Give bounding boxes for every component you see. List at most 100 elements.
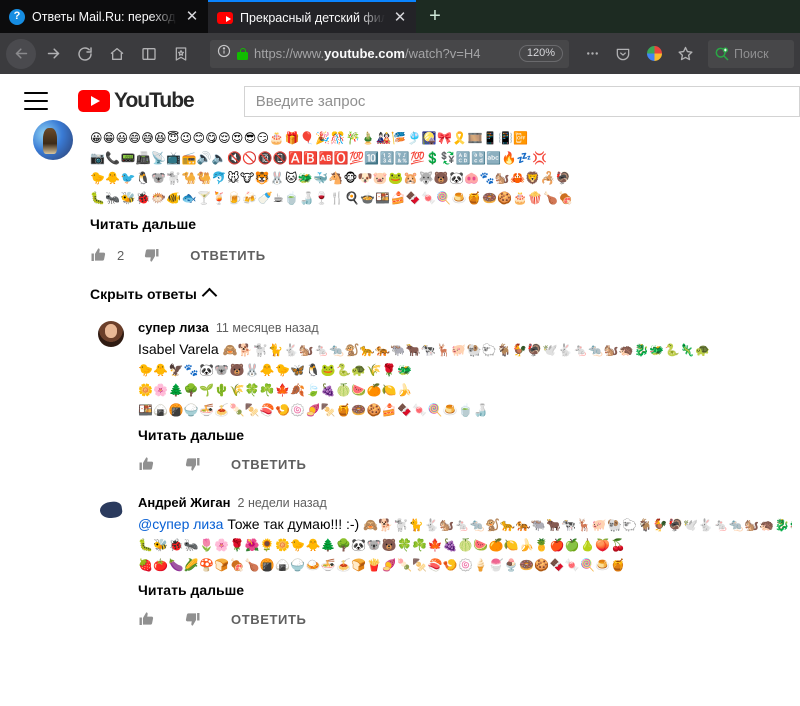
tab-title: Прекрасный детский фильм — [240, 10, 385, 25]
read-more-button[interactable]: Читать дальше — [138, 427, 792, 443]
browser-tab-mailru[interactable]: ? Ответы Mail.Ru: переход по сс ✕ — [0, 0, 208, 33]
andrey-avatar[interactable] — [98, 496, 124, 522]
extension-button[interactable] — [639, 39, 669, 69]
pocket-icon — [616, 48, 630, 60]
close-tab-icon[interactable]: ✕ — [184, 9, 200, 24]
read-more-button[interactable]: Читать дальше — [138, 582, 792, 598]
zoom-level-indicator[interactable]: 120% — [518, 45, 563, 62]
forward-button[interactable] — [38, 39, 68, 69]
like-button[interactable]: 2 — [90, 246, 124, 264]
like-button[interactable] — [138, 610, 165, 628]
like-button[interactable] — [138, 455, 165, 473]
comment-author[interactable]: Андрей Жиган — [138, 495, 231, 510]
top-level-comment: 😀😁😃😄😅😆😇😉😊😋😌😍😎😏🎂🎁🎈🎉🎊🎋🎍🎎🎏🎐🎑🎀🎗️🎞️📱📳📴 📷📞📟📠📡📺… — [0, 128, 800, 304]
comment-timestamp[interactable]: 11 месяцев назад — [216, 321, 319, 335]
pocket-button[interactable] — [608, 39, 638, 69]
tab-title: Ответы Mail.Ru: переход по сс — [32, 9, 177, 24]
reply-header: супер лиза 11 месяцев назад — [138, 320, 792, 335]
tab-strip: ? Ответы Mail.Ru: переход по сс ✕ Прекра… — [0, 0, 800, 33]
new-tab-button[interactable]: + — [416, 0, 454, 33]
toolbar-icon-group — [577, 39, 700, 69]
library-button[interactable] — [166, 39, 196, 69]
commenter-avatar[interactable] — [33, 120, 73, 160]
hamburger-menu-icon[interactable] — [24, 92, 48, 110]
browser-window: ? Ответы Mail.Ru: переход по сс ✕ Прекра… — [0, 0, 800, 706]
extension-icon — [646, 46, 662, 61]
reply-actions: ОТВЕТИТЬ — [138, 451, 792, 477]
reply-button[interactable]: ОТВЕТИТЬ — [231, 612, 306, 627]
comment-emoji-line: 🐛🐜🐝🐞🐡🐠🐟🍸🍹🍺🍻🍼☕🍵🍶🍷🍴🍳🍲🍱🍰🍫🍬🍭🍮🍯🍩🍪🎂🍿🍗🍖 — [90, 191, 574, 205]
reply-emoji-line: 🐤🐥🦅🐾🐼🐨🐻🐰🐥🐤🦋🐧🐸🐍🐢🌾🌹🐲 — [138, 363, 413, 377]
url-scheme: https://www. — [254, 46, 325, 61]
hide-replies-label: Скрыть ответы — [90, 286, 197, 302]
tabstrip-empty-area — [454, 0, 800, 33]
youtube-favicon-icon — [217, 11, 233, 24]
forward-arrow-icon — [47, 48, 59, 59]
thumbs-up-icon — [139, 612, 154, 625]
dislike-button[interactable] — [183, 610, 201, 628]
comment-emoji-line: 📷📞📟📠📡📺📻🔊🔈🔇🚫🔞📵🅰️🅱️🆎🅾️💯🔟🔢🔣💯💲💱🔠🔡🔤🔥💤💢 — [90, 151, 548, 165]
page-viewport: YouTube Введите запрос 😀😁😃😄😅😆😇😉😊😋😌😍😎😏🎂🎁🎈… — [0, 74, 800, 706]
reply-emoji-line: 🍓🍅🍆🌽🍄🍞🍖🍗🍘🍙🍚🍛🍜🍝🍞🍟🍠🍡🍢🍣🍤🍥🍦🍧🍨🍩🍪🍫🍬🍭🍮🍯 — [138, 558, 626, 572]
comment-emoji-line: 😀😁😃😄😅😆😇😉😊😋😌😍😎😏🎂🎁🎈🎉🎊🎋🎍🎎🎏🎐🎑🎀🎗️🎞️📱📳📴 — [90, 131, 529, 145]
browser-tab-youtube[interactable]: Прекрасный детский фильм ✕ — [208, 0, 416, 33]
url-path: /watch?v=H4 — [404, 46, 481, 61]
comment-actions: 2 ОТВЕТИТЬ — [90, 242, 792, 268]
comment-author[interactable]: супер лиза — [138, 320, 209, 335]
reply-header: Андрей Жиган 2 недели назад — [138, 495, 792, 510]
youtube-masthead: YouTube Введите запрос — [0, 74, 800, 128]
dislike-button[interactable] — [142, 246, 160, 264]
home-button[interactable] — [102, 39, 132, 69]
navigation-toolbar: https://www.youtube.com/watch?v=H4 120% — [0, 33, 800, 74]
reply-text: Isabel Varela 🙈🐕🐩🐈🐇🐿️🐁🐀🐒🐆🐅🐃🐂🐄🦌🐖🐏🐑🐐🐓🦃🕊️🐇🐁… — [138, 339, 792, 360]
close-tab-icon[interactable]: ✕ — [392, 10, 408, 25]
reply-emoji-line: 🌼🌸🌲🌳🌱🌵🌾🍀☘️🍁🍂🍃🍇🍈🍉🍊🍋🍌 — [138, 383, 413, 397]
reply-button[interactable]: ОТВЕТИТЬ — [231, 457, 306, 472]
thumbs-up-icon — [91, 248, 106, 261]
youtube-search-placeholder: Введите запрос — [255, 92, 366, 110]
url-domain: youtube.com — [324, 46, 405, 61]
youtube-logo-text: YouTube — [114, 89, 195, 112]
star-icon — [677, 46, 693, 61]
mention-link[interactable]: @супер лиза — [138, 516, 223, 532]
bookmark-button[interactable] — [670, 39, 700, 69]
url-bar[interactable]: https://www.youtube.com/watch?v=H4 120% — [210, 39, 569, 68]
thumbs-down-icon — [185, 613, 200, 626]
browser-search-placeholder: Поиск — [734, 46, 769, 61]
search-magnifier-icon — [714, 46, 730, 62]
reload-icon — [78, 46, 92, 61]
thumbs-down-icon — [145, 249, 159, 262]
library-icon — [175, 46, 187, 61]
reply-emoji-line: 🙈🐕🐩🐈🐇🐿️🐁🐀🐒🐆🐅🐃🐂🐄🦌🐖🐏🐑🐐🐓🦃🕊️🐇🐁🐀🐿️🦔🐉🐲🐍🦎🐢 — [363, 518, 792, 532]
back-button[interactable] — [6, 38, 36, 69]
thumbs-up-icon — [139, 457, 154, 470]
browser-search-bar[interactable]: Поиск — [708, 39, 794, 68]
youtube-search-input[interactable]: Введите запрос — [243, 85, 800, 117]
like-count: 2 — [117, 247, 125, 263]
reply-emoji-line: 🍱🍙🍘🍚🍜🍝🍡🍢🍣🍤🍥🍠🍢🍯🍩🍪🍰🍫🍬🍭🍮🍵🍶 — [138, 403, 489, 417]
youtube-logo-icon — [78, 90, 110, 112]
reply-body: супер лиза 11 месяцев назад Isabel Varel… — [138, 320, 792, 477]
comment-emoji-line: 🐤🐥🐦🐧🐨🐩🐪🐫🐬🐭🐮🐯🐰🐱🐲🐳🐴🐵🐶🐷🐸🐹🐺🐻🐼🐽🐾🐿️🦀🦁🦂🦃 — [90, 171, 572, 185]
ellipsis-icon — [586, 52, 598, 55]
sidebar-button[interactable] — [134, 39, 164, 69]
info-circle-icon[interactable] — [217, 44, 231, 63]
sidebar-icon — [142, 47, 156, 60]
url-text[interactable]: https://www.youtube.com/watch?v=H4 — [254, 46, 513, 61]
read-more-button[interactable]: Читать дальше — [90, 216, 792, 232]
page-actions-button[interactable] — [577, 39, 607, 69]
back-arrow-icon — [15, 48, 27, 59]
reply-item: супер лиза 11 месяцев назад Isabel Varel… — [0, 320, 800, 477]
reload-button[interactable] — [70, 39, 100, 69]
reply-text-body: Тоже так думаю!!! :-) — [223, 516, 364, 532]
hide-replies-button[interactable]: Скрыть ответы — [90, 286, 792, 304]
padlock-icon — [237, 47, 248, 60]
reply-emoji-line: 🙈🐕🐩🐈🐇🐿️🐁🐀🐒🐆🐅🐃🐂🐄🦌🐖🐏🐑🐐🐓🦃🕊️🐇🐁🐀🐿️🦔🐉🐲🐍🦎🐢 — [222, 343, 711, 357]
liza-avatar[interactable] — [98, 321, 124, 347]
chevron-up-icon — [201, 287, 218, 304]
youtube-logo[interactable]: YouTube — [78, 89, 195, 113]
reply-body: Андрей Жиган 2 недели назад @супер лиза … — [138, 495, 792, 632]
dislike-button[interactable] — [183, 455, 201, 473]
reply-button[interactable]: ОТВЕТИТЬ — [190, 248, 265, 263]
comment-timestamp[interactable]: 2 недели назад — [238, 496, 327, 510]
